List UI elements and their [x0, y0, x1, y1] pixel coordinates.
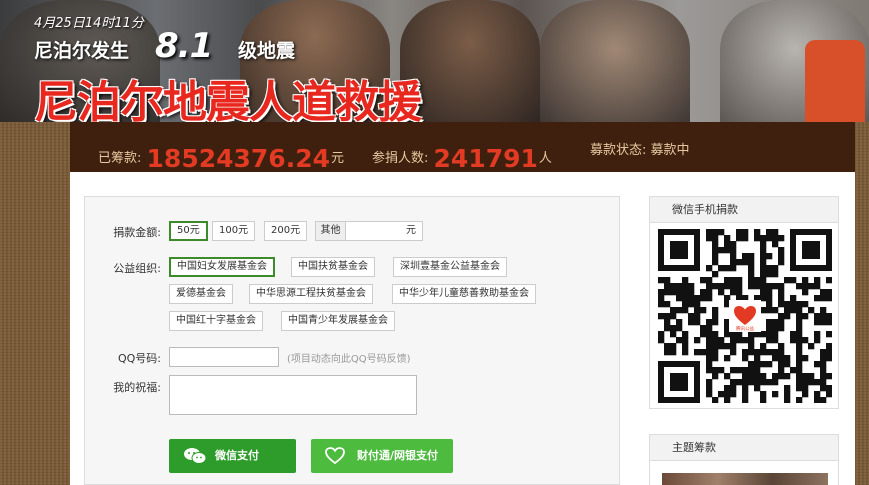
heart-icon: [325, 447, 349, 465]
donation-form: 捐款金额: 50元 100元 200元 其他 元 公益组织: 中国妇女发展基金会…: [84, 196, 620, 485]
main-content: 捐款金额: 50元 100元 200元 其他 元 公益组织: 中国妇女发展基金会…: [70, 172, 855, 485]
wish-label: 我的祝福:: [113, 381, 161, 394]
org-option[interactable]: 中国红十字基金会: [169, 311, 263, 331]
banner-subtitle-suffix: 级地震: [238, 40, 296, 62]
banner-magnitude: 8.1: [155, 26, 213, 66]
amount-option-200[interactable]: 200元: [264, 221, 308, 241]
org-option[interactable]: 中华少年儿童慈善救助基金会: [392, 284, 536, 304]
qq-input[interactable]: [169, 347, 279, 367]
org-option[interactable]: 中国扶贫基金会: [291, 257, 375, 277]
donors-stat: 参捐人数: 241791人: [372, 139, 552, 173]
banner-photo: [540, 0, 690, 122]
tenpay-pay-button[interactable]: 财付通/网银支付: [311, 439, 453, 473]
raised-unit: 元: [330, 151, 344, 166]
raised-label: 已筹款:: [98, 151, 142, 166]
wechat-donate-title: 微信手机捐款: [650, 197, 838, 223]
qr-code: 腾讯公益: [658, 229, 832, 403]
topic-panel: 主题筹款: [649, 434, 839, 485]
org-label: 公益组织:: [113, 262, 161, 275]
banner-photo: [400, 0, 540, 122]
donors-unit: 人: [538, 151, 552, 166]
org-option[interactable]: 中国妇女发展基金会: [169, 257, 275, 277]
donors-label: 参捐人数:: [372, 151, 429, 166]
wish-textarea[interactable]: [169, 375, 417, 415]
amount-other-unit: 元: [406, 225, 416, 236]
banner-subtitle-prefix: 尼泊尔发生: [34, 40, 130, 62]
qq-label: QQ号码:: [117, 352, 161, 365]
banner-photo-vest: [805, 40, 865, 122]
wechat-pay-label: 微信支付: [215, 449, 259, 462]
wechat-pay-button[interactable]: 微信支付: [169, 439, 296, 473]
stats-bar: 已筹款: 18524376.24元 参捐人数: 241791人 募款状态: 募款…: [70, 122, 855, 173]
org-option[interactable]: 深圳壹基金公益基金会: [393, 257, 507, 277]
wechat-icon: [183, 447, 207, 465]
banner-title: 尼泊尔地震人道救援: [34, 77, 422, 122]
amount-other-label: 其他: [316, 222, 346, 240]
hero-banner: 4月25日14时11分 尼泊尔发生 8.1 级地震 尼泊尔地震人道救援: [0, 0, 869, 122]
tenpay-pay-label: 财付通/网银支付: [357, 449, 439, 462]
status-stat: 募款状态: 募款中: [590, 139, 690, 158]
qr-logo-text: 腾讯公益: [736, 325, 754, 332]
amount-option-100[interactable]: 100元: [212, 221, 256, 241]
status-value: 募款中: [650, 143, 690, 158]
amount-option-50[interactable]: 50元: [169, 221, 208, 241]
topic-thumbnail[interactable]: [662, 473, 828, 485]
org-option[interactable]: 中国青少年发展基金会: [281, 311, 395, 331]
amount-label: 捐款金额:: [113, 226, 161, 239]
org-option[interactable]: 爱德基金会: [169, 284, 233, 304]
qq-hint: (项目动态向此QQ号码反馈): [287, 354, 411, 365]
topic-title: 主题筹款: [650, 435, 838, 461]
org-option[interactable]: 中华思源工程扶贫基金会: [249, 284, 373, 304]
wechat-donate-panel: 微信手机捐款 腾讯公益: [649, 196, 839, 409]
donors-value: 241791: [433, 144, 538, 173]
banner-date: 4月25日14时11分: [34, 16, 144, 31]
status-label: 募款状态:: [590, 143, 647, 158]
raised-value: 18524376.24: [146, 144, 330, 173]
raised-stat: 已筹款: 18524376.24元: [98, 139, 344, 173]
amount-other-input[interactable]: 其他 元: [315, 221, 423, 241]
